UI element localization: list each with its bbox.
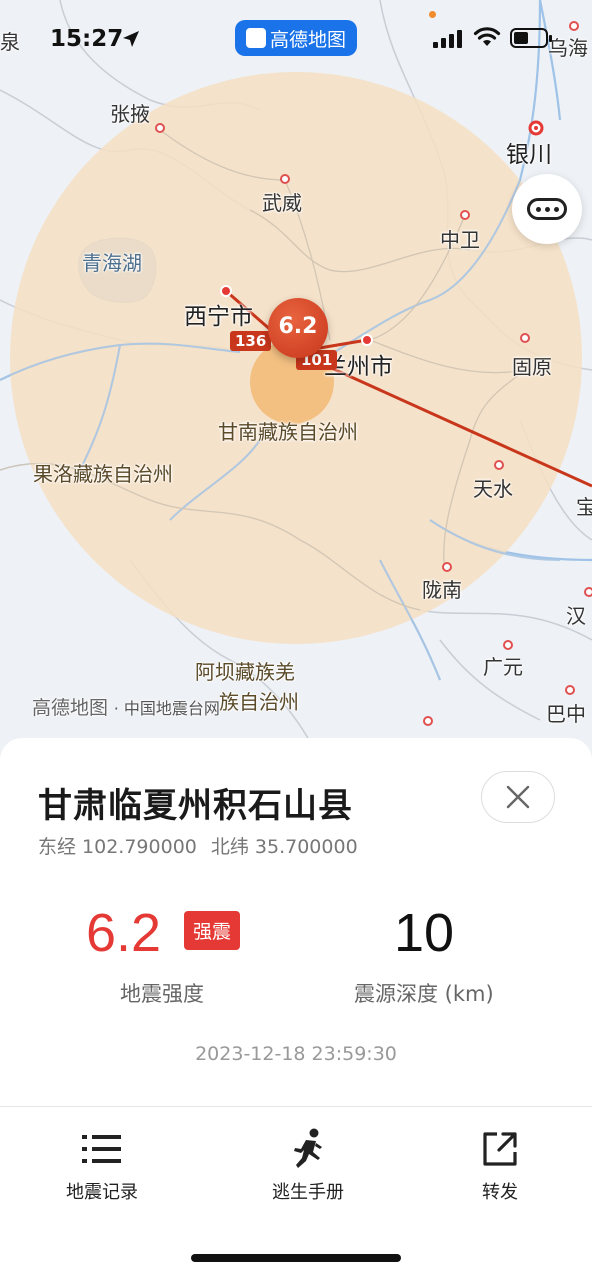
home-indicator[interactable]: [191, 1254, 401, 1262]
escape-guide-button[interactable]: 逃生手册: [238, 1128, 378, 1204]
status-time: 15:27: [50, 26, 124, 52]
running-person-icon: [294, 1128, 322, 1168]
earthquake-history-label: 地震记录: [66, 1182, 138, 1203]
magnitude-value: 6.2: [86, 903, 162, 963]
map-credit-logo: 高德地图: [32, 697, 109, 719]
close-button[interactable]: [481, 771, 555, 823]
map-view[interactable]: 泉 乌海 张掖 银川 武威 中卫 青海湖 西宁市 兰州市 固原 甘南藏族自治州 …: [0, 0, 592, 760]
more-options-button[interactable]: [512, 174, 582, 244]
magnitude-caption: 地震强度: [120, 982, 204, 1006]
magnitude-badge: 强震: [184, 911, 241, 950]
epicenter-magnitude: 6.2: [278, 314, 318, 339]
distance-tag-xining: 136: [230, 331, 272, 351]
city-label-han: 汉: [566, 604, 586, 628]
longitude: 东经 102.790000: [38, 836, 197, 858]
navigation-arrow-icon: [236, 21, 266, 48]
share-icon: [483, 1132, 517, 1166]
city-label-bazhong: 巴中: [546, 702, 586, 726]
cellular-signal-icon: [433, 30, 465, 48]
magnitude-block: 6.2 强震: [86, 898, 286, 968]
battery-icon: [510, 28, 552, 48]
depth-caption: 震源深度 (km): [354, 982, 494, 1006]
region-label-gannan: 甘南藏族自治州: [218, 420, 358, 444]
coordinates: 东经 102.790000 北纬 35.700000: [38, 832, 372, 859]
city-label-tianshui: 天水: [473, 477, 513, 501]
lake-label-qinghai: 青海湖: [82, 251, 142, 275]
region-label-guoluo: 果洛藏族自治州: [33, 462, 173, 486]
escape-guide-label: 逃生手册: [272, 1182, 344, 1203]
divider: [0, 1106, 592, 1107]
latitude: 北纬 35.700000: [210, 836, 358, 858]
map-credit: 高德地图 · 中国地震台网: [32, 693, 220, 720]
region-label-aba-line2: 族自治州: [219, 690, 299, 714]
city-label-bao: 宝: [576, 495, 592, 519]
return-to-app-label: 高德地图: [269, 28, 346, 51]
map-credit-source: · 中国地震台网: [113, 699, 220, 718]
city-label-wuwei: 武威: [262, 191, 302, 215]
city-label-xining[interactable]: 西宁市: [184, 306, 253, 329]
city-label-guyuan: 固原: [512, 355, 552, 379]
earthquake-history-button[interactable]: 地震记录: [32, 1128, 172, 1204]
epicenter-marker[interactable]: 6.2: [268, 298, 328, 358]
city-label-zhangye: 张掖: [110, 102, 150, 126]
region-label-aba-line1: 阿坝藏族羌: [195, 660, 295, 684]
close-icon: [506, 785, 530, 809]
city-label-guangyuan: 广元: [483, 655, 523, 679]
city-label-yinchuan: 银川: [506, 142, 552, 168]
earthquake-detail-sheet: 甘肃临夏州积石山县 东经 102.790000 北纬 35.700000 6.2 …: [0, 738, 592, 1280]
return-to-app-pill[interactable]: 高德地图: [235, 20, 357, 56]
privacy-indicator-dot: [429, 11, 436, 18]
depth-value: 10: [394, 903, 455, 963]
status-bar: 15:27 高德地图: [0, 0, 592, 80]
share-button[interactable]: 转发: [430, 1128, 570, 1204]
city-label-longnan: 陇南: [422, 578, 462, 602]
map-canvas: [0, 0, 592, 760]
wifi-icon: [473, 26, 501, 48]
share-label: 转发: [482, 1182, 518, 1203]
city-label-zhongwei: 中卫: [440, 228, 480, 252]
more-icon: [527, 198, 567, 220]
event-time: 2023-12-18 23:59:30: [195, 1043, 397, 1065]
list-icon: [82, 1135, 121, 1163]
place-title: 甘肃临夏州积石山县: [38, 786, 353, 826]
